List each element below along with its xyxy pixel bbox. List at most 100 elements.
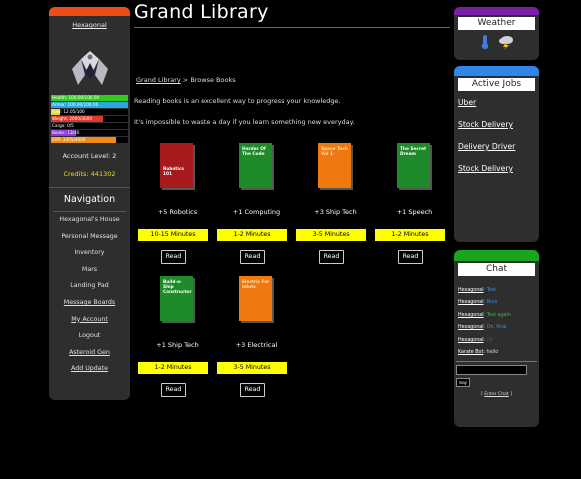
book-cover[interactable]: The Secret Dream	[397, 143, 430, 188]
title-divider	[134, 27, 450, 28]
nav-item-personal-message[interactable]: Personal Message	[49, 229, 130, 246]
chat-message-text: : Test again	[483, 312, 511, 318]
nav-item-inventory[interactable]: Inventory	[49, 245, 130, 262]
stat-bar-label: Fuel: 12.05/100	[52, 109, 85, 114]
nav-item-landing-pad[interactable]: Landing Pad	[49, 278, 130, 295]
chat-message: Hexagonal: Nice	[458, 297, 539, 309]
job-link[interactable]: Stock Delivery	[458, 158, 539, 180]
stat-bar-label: Cargo: 0/5	[52, 123, 74, 128]
active-jobs-heading: Active Jobs	[458, 78, 535, 91]
job-link[interactable]: Uber	[458, 92, 539, 114]
credits: Credits: 441302	[63, 170, 116, 178]
book-bonus: +1 Speech	[396, 208, 433, 216]
chat-cap	[454, 250, 539, 261]
account-level: Account Level: 2	[62, 152, 117, 160]
breadcrumb-link-grand-library[interactable]: Grand Library	[136, 76, 181, 84]
book-read-time: 3-5 Minutes	[217, 362, 287, 374]
stat-bar-label: Health: 100.00/100.00	[52, 95, 100, 100]
chat-message-text: : Test	[483, 288, 497, 293]
stat-bar: Armor: 100.00/100.00	[51, 102, 128, 108]
book-cover[interactable]: Space Tech Vol 1	[318, 143, 351, 188]
job-link[interactable]: Stock Delivery	[458, 114, 539, 136]
nav-item-hexagonal-s-house[interactable]: Hexagonal's House	[49, 212, 130, 229]
book-cover-title: Harder Of The Code	[242, 147, 266, 158]
chat-divider	[456, 361, 537, 363]
chat-username-link[interactable]: Hexagonal	[458, 325, 484, 330]
weather-cap	[454, 7, 539, 15]
chat-username-link[interactable]: Hexagonal	[458, 313, 484, 318]
stat-bar: Health: 100.00/100.00	[51, 95, 128, 101]
book-cover-title: Robotics 101	[163, 167, 184, 178]
chat-message: Hexagonal: Test again	[458, 310, 539, 322]
nav-item-my-account[interactable]: My Account	[49, 312, 130, 329]
chat-message-text: : Nice	[483, 300, 498, 306]
read-button[interactable]: Read	[161, 250, 186, 264]
nav-item-message-boards[interactable]: Message Boards	[49, 295, 130, 312]
stat-bars: Health: 100.00/100.00 Armor: 100.00/100.0…	[49, 95, 130, 143]
nav-item-add-update[interactable]: Add Update	[49, 361, 130, 378]
navigation-list: Hexagonal's House Personal Message Invento…	[49, 212, 130, 378]
weather-panel: Weather	[454, 7, 539, 60]
breadcrumb: Grand Library > Browse Books	[136, 76, 236, 84]
stat-bar-label: EXP: 3405/4000	[52, 137, 86, 142]
chat-messages: Hexagonal: Test Hexagonal: Nice Hexagonal:…	[454, 285, 539, 359]
chat-username-link[interactable]: Hexagonal	[458, 300, 484, 305]
book-cover[interactable]: Build-a-Ship Constructor	[160, 276, 193, 321]
stat-bar-label: Armor: 100.00/100.00	[52, 102, 99, 107]
book-bonus: +5 Robotics	[157, 208, 198, 216]
ship-avatar-icon	[71, 51, 108, 85]
book-cover-title: Space Tech Vol 1	[321, 147, 348, 158]
chat-message: Hexagonal: :-)	[458, 335, 539, 347]
book-read-time: 1-2 Minutes	[217, 229, 287, 241]
book-bonus: +3 Electrical	[235, 341, 278, 349]
nav-item-asteroid-gen[interactable]: Asteroid Gen	[49, 345, 130, 362]
book-bonus: +3 Ship Tech	[314, 208, 357, 216]
chat-input[interactable]	[456, 365, 527, 376]
chat-message: Karate Bot: hello	[458, 347, 539, 359]
book-cover-title: Electric For Idiots	[242, 280, 270, 291]
read-button[interactable]: Read	[240, 250, 265, 264]
book-cover[interactable]: Electric For Idiots	[239, 276, 272, 321]
nav-item-logout[interactable]: Logout	[49, 328, 130, 345]
chat-panel: Chat Hexagonal: Test Hexagonal: Nice Hexag…	[454, 250, 539, 427]
intro-text-1: Reading books is an excellent way to pro…	[134, 97, 341, 105]
book-cover-title: Build-a-Ship Constructor	[163, 280, 192, 296]
stat-bar: Weight: 2000/3000	[51, 116, 128, 122]
storm-cloud-icon	[499, 36, 514, 50]
breadcrumb-current: > Browse Books	[180, 76, 236, 84]
thermometer-icon	[481, 35, 489, 50]
book-cover[interactable]: Robotics 101	[160, 143, 193, 188]
sidebar-cap	[49, 7, 130, 16]
username-link[interactable]: Hexagonal	[49, 21, 130, 29]
chat-message-text: : :-)	[483, 337, 492, 343]
read-button[interactable]: Read	[161, 383, 186, 397]
read-button[interactable]: Read	[319, 250, 344, 264]
stat-bar: Books: 13/40	[51, 130, 128, 136]
job-link[interactable]: Delivery Driver	[458, 136, 539, 158]
stat-bar-label: Books: 13/40	[52, 130, 80, 135]
book-read-time: 3-5 Minutes	[296, 229, 366, 241]
say-button[interactable]: Say	[456, 378, 470, 388]
book-cover[interactable]: Harder Of The Code	[239, 143, 272, 188]
sidebar-panel: Hexagonal Health: 100.00/100.00 Armor: 10…	[49, 7, 130, 400]
jobs-cap	[454, 66, 539, 76]
read-button[interactable]: Read	[240, 383, 265, 397]
enter-chat-suffix: ]	[508, 392, 513, 398]
book-cover-title: The Secret Dream	[400, 147, 427, 158]
active-jobs-panel: Active Jobs Uber Stock Delivery Delivery D…	[454, 66, 539, 242]
enter-chat: [ Enter Chat ]	[454, 392, 539, 397]
book-bonus: +1 Ship Tech	[156, 341, 199, 349]
chat-message-text: : hello	[483, 349, 499, 355]
stat-bar: Cargo: 0/5	[51, 123, 128, 129]
job-list: Uber Stock Delivery Delivery Driver Stock D…	[454, 92, 539, 180]
navigation-heading: Navigation	[49, 187, 130, 205]
stat-bar: Fuel: 12.05/100	[51, 109, 128, 115]
enter-chat-link[interactable]: Enter Chat	[484, 392, 509, 397]
nav-item-mars[interactable]: Mars	[49, 262, 130, 279]
chat-username-link[interactable]: Karate Bot	[458, 350, 483, 355]
book-read-time: 10-15 Minutes	[138, 229, 208, 241]
intro-text-2: It's impossible to waste a day if you le…	[134, 118, 355, 126]
read-button[interactable]: Read	[398, 250, 423, 264]
chat-username-link[interactable]: Hexagonal	[458, 338, 484, 343]
chat-username-link[interactable]: Hexagonal	[458, 288, 484, 293]
